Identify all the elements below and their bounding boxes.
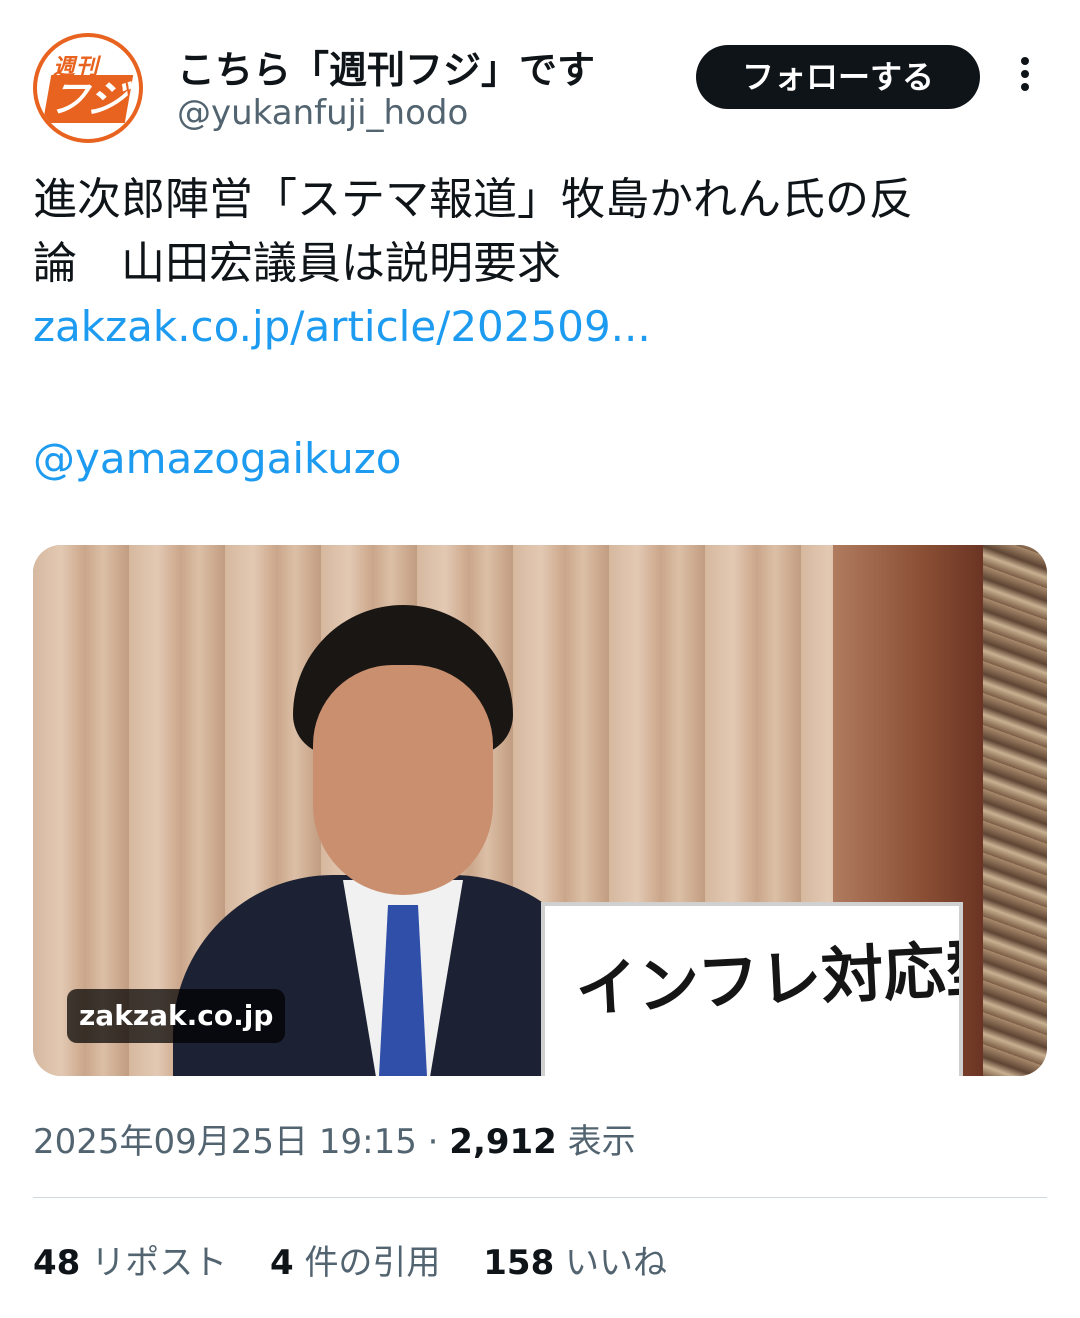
photo-placard: インフレ対応型 <box>541 902 963 1076</box>
quotes-count: 4 <box>269 1243 294 1283</box>
tweet-text-line-1: 進次郎陣営「ステマ報道」牧島かれん氏の反 <box>33 174 913 225</box>
views-count: 2,912 <box>449 1122 557 1162</box>
likes-count: 158 <box>483 1243 555 1283</box>
display-name[interactable]: こちら「週刊フジ」です <box>177 39 595 94</box>
placard-text: インフレ対応型 <box>573 930 963 1027</box>
user-mention-link[interactable]: @yamazogaikuzo <box>33 434 401 483</box>
media-source-badge: zakzak.co.jp <box>67 989 286 1043</box>
media-card[interactable]: インフレ対応型 zakzak.co.jp <box>33 545 1047 1076</box>
divider <box>33 1197 1047 1198</box>
tweet-timestamp[interactable]: 2025年09月25日 19:15 <box>33 1122 417 1162</box>
tweet-text-line-2: 論 山田宏議員は説明要求 <box>33 238 561 289</box>
tweet-text: 進次郎陣営「ステマ報道」牧島かれん氏の反 論 山田宏議員は説明要求 <box>33 168 1043 296</box>
meta-separator: · <box>427 1122 439 1162</box>
quotes-stat[interactable]: 4 件の引用 <box>270 1235 440 1284</box>
reposts-stat[interactable]: 48 リポスト <box>33 1235 227 1284</box>
engagement-stats: 48 リポスト 4 件の引用 158 いいね <box>33 1235 699 1284</box>
article-link[interactable]: zakzak.co.jp/article/202509... <box>33 302 651 351</box>
avatar-logo-text-main: フジ <box>42 75 134 123</box>
likes-label: いいね <box>565 1243 668 1283</box>
quotes-label: 件の引用 <box>304 1243 441 1283</box>
reposts-count: 48 <box>33 1243 81 1283</box>
tweet-meta: 2025年09月25日 19:15 · 2,912 表示 <box>33 1114 636 1163</box>
user-handle[interactable]: @yukanfuji_hodo <box>177 93 468 133</box>
more-vertical-icon[interactable] <box>1013 57 1037 97</box>
likes-stat[interactable]: 158 いいね <box>483 1235 667 1284</box>
photo-background-marble <box>983 545 1047 1076</box>
avatar[interactable]: 週刊 フジ <box>33 33 143 143</box>
reposts-label: リポスト <box>91 1243 228 1283</box>
views-label: 表示 <box>567 1122 636 1162</box>
follow-button[interactable]: フォローする <box>696 45 980 109</box>
tweet-header: 週刊 フジ こちら「週刊フジ」です @yukanfuji_hodo フォローする <box>33 33 1047 143</box>
